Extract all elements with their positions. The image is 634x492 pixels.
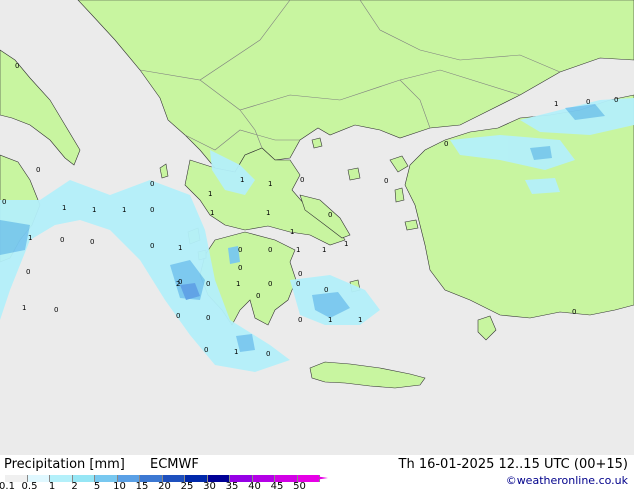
island-thasos bbox=[311, 137, 323, 149]
precip-value: 0 bbox=[300, 176, 304, 184]
legend-tick: 1 bbox=[48, 481, 56, 492]
precip-value: 2 bbox=[176, 280, 180, 288]
precip-value: 1 bbox=[240, 176, 244, 184]
precip-value: 1 bbox=[322, 246, 326, 254]
legend-tick: 2 bbox=[71, 481, 78, 492]
precip-value: 1 bbox=[328, 316, 332, 324]
precip-value: 1 bbox=[236, 280, 240, 288]
precip-value: 1 bbox=[208, 190, 212, 198]
legend-tick: 5 bbox=[93, 481, 101, 492]
precip-value: 1 bbox=[210, 209, 214, 217]
island-samos bbox=[404, 219, 419, 231]
precip-value: 0 bbox=[298, 270, 302, 278]
precip-value: 1 bbox=[554, 100, 558, 108]
precip-value: 1 bbox=[122, 206, 126, 214]
precip-value: 0 bbox=[150, 180, 154, 188]
island-chios bbox=[394, 187, 405, 203]
precip-value: 0 bbox=[296, 280, 300, 288]
precip-value: 1 bbox=[358, 316, 362, 324]
legend-tick: 20 bbox=[158, 481, 171, 492]
precip-value: 1 bbox=[296, 246, 300, 254]
precip-value: 1 bbox=[22, 304, 26, 312]
precip-value: 0 bbox=[324, 286, 328, 294]
precip-value: 0 bbox=[90, 238, 94, 246]
legend-tick: 50 bbox=[293, 481, 306, 492]
precip-value: 0 bbox=[614, 96, 618, 104]
precip-value: 0 bbox=[586, 98, 590, 106]
precip-value: 1 bbox=[344, 240, 348, 248]
island-limnos bbox=[347, 167, 361, 181]
precip-value: 0 bbox=[204, 346, 208, 354]
precip-value: 0 bbox=[268, 280, 272, 288]
precip-value: 1 bbox=[28, 234, 32, 242]
precip-value: 0 bbox=[150, 206, 154, 214]
precip-value: 0 bbox=[60, 236, 64, 244]
precip-value: 0 bbox=[266, 350, 270, 358]
legend-tick: 35 bbox=[225, 481, 239, 492]
precipitation-map: 0111011000100010000100011010100000110200… bbox=[0, 0, 634, 455]
precip-value: 0 bbox=[26, 268, 30, 276]
model-label: ECMWF bbox=[150, 457, 199, 472]
legend-tick: 30 bbox=[203, 481, 216, 492]
product-label: Precipitation [mm] bbox=[4, 457, 125, 472]
precip-value: 0 bbox=[150, 242, 154, 250]
precip-value: 1 bbox=[62, 204, 66, 212]
legend-tick: 0.1 bbox=[0, 481, 15, 492]
precip-value: 0 bbox=[238, 246, 242, 254]
valid-time: Th 16-01-2025 12..15 UTC (00+15) bbox=[398, 457, 629, 472]
legend-tick: 0.5 bbox=[21, 481, 38, 492]
legend-arrow bbox=[308, 475, 328, 481]
precip-value: 0 bbox=[15, 62, 19, 70]
legend-tick: 25 bbox=[180, 481, 194, 492]
legend-tick: 15 bbox=[135, 481, 149, 492]
precip-value: 0 bbox=[256, 292, 260, 300]
precip-value: 0 bbox=[2, 198, 6, 206]
legend-tick: 40 bbox=[248, 481, 261, 492]
precip-value: 0 bbox=[206, 314, 210, 322]
precip-value: 1 bbox=[178, 244, 182, 252]
precip-value: 0 bbox=[268, 246, 272, 254]
precip-value: 0 bbox=[238, 264, 242, 272]
precip-value: 1 bbox=[266, 209, 270, 217]
precip-value: 1 bbox=[268, 180, 272, 188]
precip-value: 0 bbox=[572, 308, 576, 316]
precip-value: 0 bbox=[328, 211, 332, 219]
precip-value: 0 bbox=[298, 316, 302, 324]
precip-value: 1 bbox=[290, 228, 294, 236]
precip-value: 1 bbox=[234, 348, 238, 356]
credit: ©weatheronline.co.uk bbox=[505, 474, 628, 487]
legend-tick: 45 bbox=[270, 481, 284, 492]
precip-value: 0 bbox=[36, 166, 40, 174]
legend-tick: 10 bbox=[113, 481, 126, 492]
precip-value: 0 bbox=[384, 177, 388, 185]
precip-value: 0 bbox=[206, 280, 210, 288]
precip-value: 0 bbox=[54, 306, 58, 314]
precip-value: 1 bbox=[92, 206, 96, 214]
precip-value: 0 bbox=[176, 312, 180, 320]
precip-value: 0 bbox=[444, 140, 448, 148]
